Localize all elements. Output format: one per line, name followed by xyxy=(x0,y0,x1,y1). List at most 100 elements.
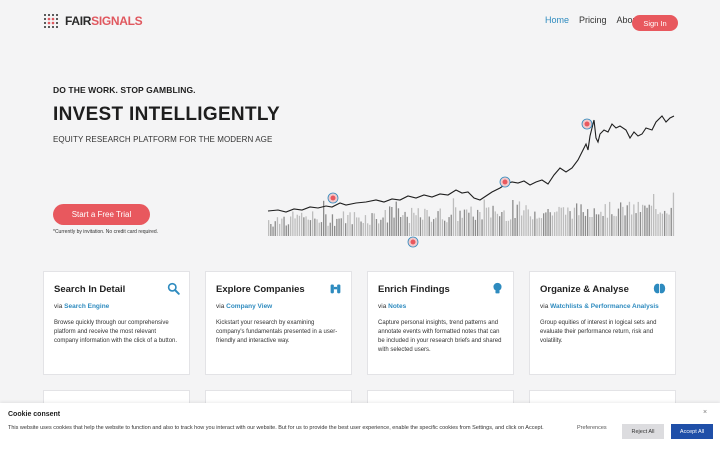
volume-bar xyxy=(345,223,347,236)
volume-bar xyxy=(424,208,426,236)
volume-bar xyxy=(459,210,461,236)
volume-bar xyxy=(642,204,644,236)
volume-bar xyxy=(655,209,657,236)
hero-title: INVEST INTELLIGENTLY xyxy=(53,104,280,125)
card-description: Group equities of interest in logical se… xyxy=(540,320,657,344)
volume-bar xyxy=(611,214,613,236)
volume-bar xyxy=(653,194,655,236)
volume-bar xyxy=(521,215,523,236)
volume-bar xyxy=(622,206,624,236)
volume-bar xyxy=(444,220,446,236)
note-marker-1[interactable] xyxy=(327,192,339,204)
volume-bar xyxy=(485,207,488,236)
volume-bar xyxy=(650,205,653,236)
volume-bar xyxy=(334,225,336,236)
volume-bar xyxy=(525,205,527,236)
card-title: Search In Detail xyxy=(54,284,126,295)
nav-home[interactable]: Home xyxy=(545,15,569,25)
volume-bar xyxy=(613,215,615,236)
volume-bar xyxy=(430,221,433,236)
volume-bar xyxy=(369,224,371,236)
start-free-trial-button[interactable]: Start a Free Trial xyxy=(53,204,150,225)
volume-bar xyxy=(329,222,331,236)
volume-bar xyxy=(415,215,417,236)
feature-card-enrich: Enrich Findings via Notes Capture person… xyxy=(367,271,514,375)
card-title: Explore Companies xyxy=(216,284,305,295)
volume-bar xyxy=(538,217,540,236)
volume-bar xyxy=(371,213,373,236)
volume-bar xyxy=(336,218,338,236)
volume-bar xyxy=(362,223,364,236)
volume-bar xyxy=(358,217,360,236)
volume-bar xyxy=(342,211,345,236)
volume-bar xyxy=(439,208,441,236)
card-title: Organize & Analyse xyxy=(540,284,629,295)
volume-bar xyxy=(433,219,435,236)
volume-bar xyxy=(644,205,646,236)
volume-bar xyxy=(547,209,549,236)
company-view-link[interactable]: Company View xyxy=(226,303,272,310)
volume-bar xyxy=(316,219,318,236)
volume-bar xyxy=(490,217,492,236)
volume-bar xyxy=(516,204,518,236)
volume-bar xyxy=(580,204,582,236)
search-engine-link[interactable]: Search Engine xyxy=(64,303,109,310)
card-title: Enrich Findings xyxy=(378,284,450,295)
volume-bar xyxy=(441,219,444,236)
volume-bar xyxy=(331,214,334,236)
volume-bar xyxy=(305,216,307,236)
volume-bar xyxy=(457,221,459,236)
volume-bar xyxy=(617,208,620,236)
volume-bar xyxy=(340,218,342,236)
logo[interactable]: FAIRSIGNALS xyxy=(43,13,143,29)
volume-bar xyxy=(578,215,580,236)
note-marker-3[interactable] xyxy=(581,118,593,130)
volume-bar xyxy=(400,217,402,236)
nav-pricing[interactable]: Pricing xyxy=(579,15,607,25)
cookie-title: Cookie consent xyxy=(8,411,61,418)
close-icon[interactable]: × xyxy=(703,409,707,416)
note-marker-2[interactable] xyxy=(499,176,511,188)
volume-bar xyxy=(268,220,270,236)
volume-bar xyxy=(510,219,512,236)
volume-bar xyxy=(386,222,389,236)
card-description: Kickstart your research by examining com… xyxy=(216,320,338,344)
volume-bar xyxy=(595,214,598,236)
volume-bar xyxy=(406,216,408,236)
card-via-prefix: via xyxy=(216,303,225,310)
notes-link[interactable]: Notes xyxy=(388,303,406,310)
cookie-accept-all-button[interactable]: Accept All xyxy=(671,424,713,439)
logo-text-fair: FAIR xyxy=(65,14,92,28)
note-marker-4[interactable] xyxy=(407,236,419,248)
volume-bar xyxy=(470,206,472,236)
hero-subtitle: EQUITY RESEARCH PLATFORM FOR THE MODERN … xyxy=(53,135,273,144)
card-via: via Company View xyxy=(216,303,272,310)
volume-bar xyxy=(290,216,292,236)
cookie-reject-all-button[interactable]: Reject All xyxy=(622,424,664,439)
volume-bar xyxy=(648,204,650,236)
volume-bar xyxy=(600,211,602,236)
volume-bar xyxy=(276,217,279,236)
card-via: via Notes xyxy=(378,303,406,310)
search-icon xyxy=(167,282,180,295)
volume-bar xyxy=(496,213,499,236)
volume-bar xyxy=(631,214,633,236)
watchlists-link[interactable]: Watchlists & Performance Analysis xyxy=(550,303,659,310)
volume-bar xyxy=(378,223,380,236)
volume-bar xyxy=(448,217,450,236)
volume-bar xyxy=(428,216,430,236)
volume-bar xyxy=(395,201,397,236)
volume-bar xyxy=(659,212,661,236)
volume-bar xyxy=(384,210,386,236)
cookie-preferences-button[interactable]: Preferences xyxy=(577,425,607,431)
card-description: Capture personal insights, trend pattern… xyxy=(378,320,502,353)
volume-bar xyxy=(534,211,536,236)
card-via-prefix: via xyxy=(54,303,63,310)
volume-bar xyxy=(367,223,369,236)
volume-bar xyxy=(626,205,628,236)
volume-bar xyxy=(307,219,309,236)
volume-bar xyxy=(353,212,356,236)
sign-in-button[interactable]: Sign In xyxy=(632,15,678,31)
volume-bar xyxy=(287,224,290,236)
volume-bar xyxy=(492,205,494,236)
